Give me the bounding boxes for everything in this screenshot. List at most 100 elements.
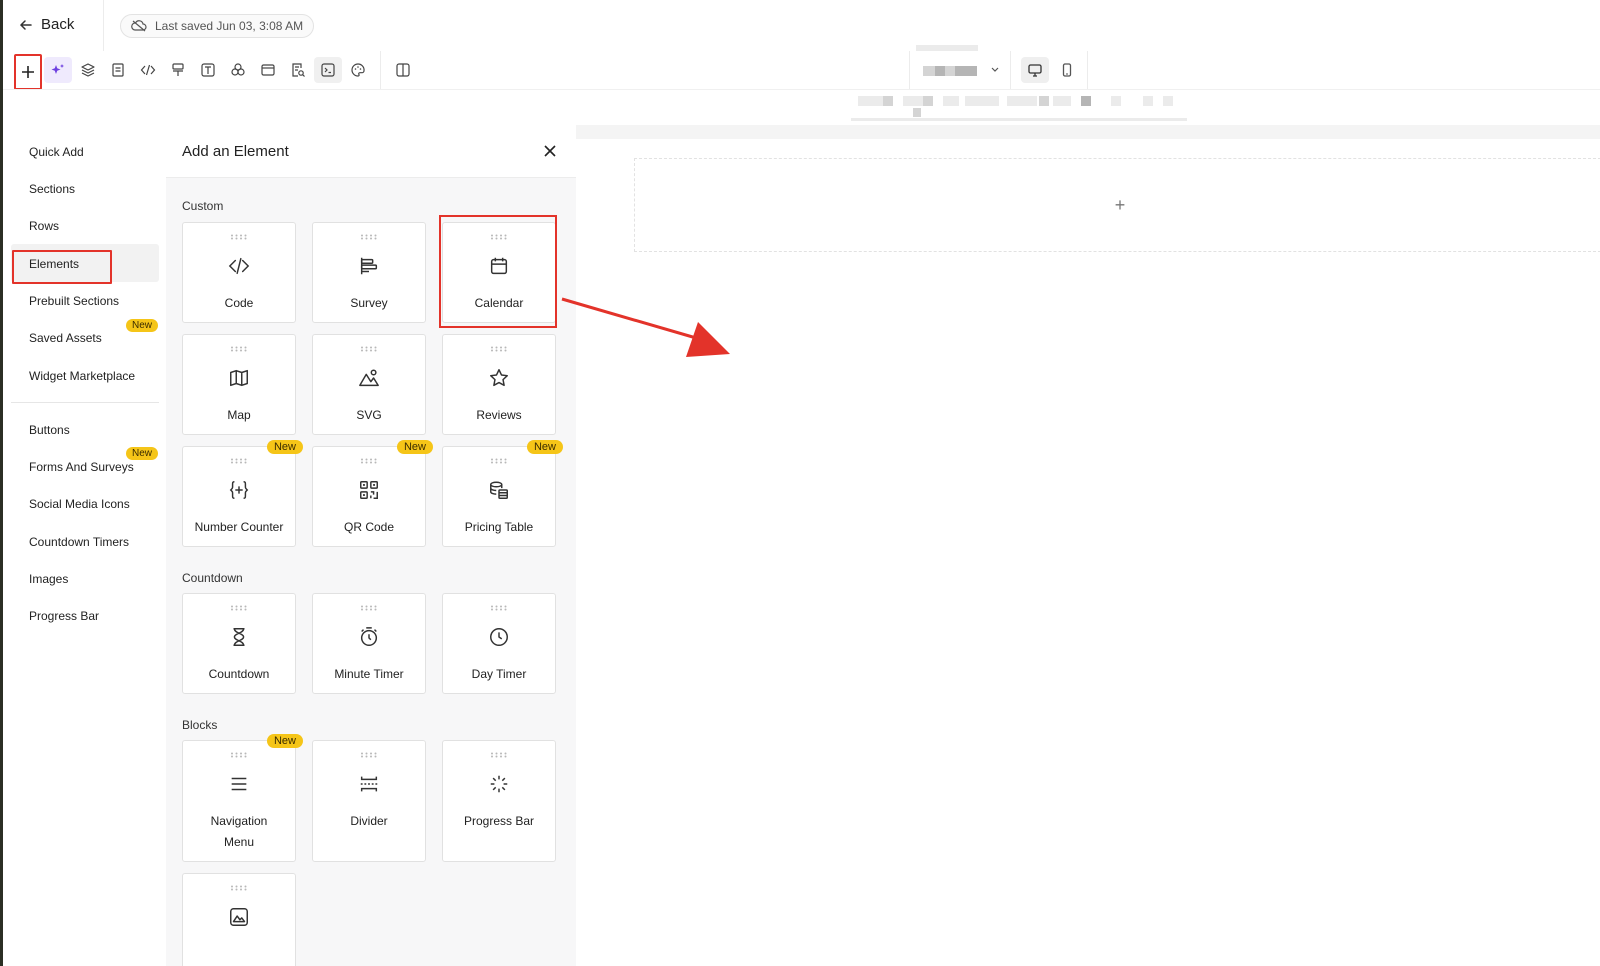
- section-drop-zone[interactable]: +: [634, 158, 1600, 252]
- new-badge: New: [126, 447, 159, 460]
- theme-button[interactable]: [344, 57, 372, 83]
- element-tile-code[interactable]: Code: [182, 222, 296, 323]
- text-button[interactable]: [194, 57, 222, 83]
- nav-item-countdown-timers[interactable]: Countdown Timers: [29, 535, 129, 549]
- code-icon: [227, 254, 251, 278]
- element-label: Divider: [350, 814, 388, 828]
- nav-item-saved-assets[interactable]: Saved Assets: [29, 331, 102, 345]
- drag-handle-icon: [361, 234, 377, 240]
- drag-handle-icon: [361, 458, 377, 464]
- redacted-block: [903, 96, 923, 106]
- close-icon: [544, 145, 556, 157]
- back-button[interactable]: Back: [19, 16, 74, 33]
- code-button[interactable]: [134, 57, 162, 83]
- element-tile-survey[interactable]: Survey: [312, 222, 426, 323]
- nav-item-widget-marketplace[interactable]: Widget Marketplace: [29, 369, 135, 383]
- element-tile-day-timer[interactable]: Day Timer: [442, 593, 556, 694]
- element-tile-countdown[interactable]: Countdown: [182, 593, 296, 694]
- element-label: Survey: [350, 296, 388, 310]
- mobile-view-button[interactable]: [1053, 57, 1081, 83]
- element-tile-navigation-menu[interactable]: Navigation Menu New: [182, 734, 303, 862]
- desktop-view-button[interactable]: [1021, 57, 1049, 83]
- back-label: Back: [41, 16, 75, 33]
- browser-button[interactable]: [254, 57, 282, 83]
- drag-handle-icon: [231, 752, 247, 758]
- nav-item-sections[interactable]: Sections: [29, 182, 75, 196]
- redacted-block: [883, 96, 893, 106]
- layers-icon: [81, 63, 95, 77]
- browser-icon: [261, 64, 275, 76]
- section-label-custom: Custom: [182, 199, 224, 213]
- last-saved-text: Last saved Jun 03, 3:08 AM: [155, 19, 304, 33]
- arrow-left-icon: [19, 19, 32, 30]
- elements-highlight-box: [12, 250, 112, 284]
- new-badge: New: [126, 319, 159, 332]
- last-saved-pill: Last saved Jun 03, 3:08 AM: [120, 14, 315, 38]
- terminal-icon: [321, 63, 335, 77]
- element-tile-map[interactable]: Map: [182, 334, 296, 435]
- new-badge: New: [526, 440, 563, 454]
- drag-handle-icon: [361, 752, 377, 758]
- pages-button[interactable]: [104, 57, 132, 83]
- nav-item-social-media-icons[interactable]: Social Media Icons: [29, 497, 130, 511]
- element-tile-minute-timer[interactable]: Minute Timer: [312, 593, 426, 694]
- element-label: SVG: [356, 408, 382, 422]
- redacted-block: [1081, 96, 1091, 106]
- divider-icon: [357, 772, 381, 796]
- redacted-block: [935, 66, 945, 76]
- close-button[interactable]: [540, 141, 560, 161]
- palette-icon: [351, 63, 365, 77]
- drag-handle-icon: [231, 234, 247, 240]
- page-canvas: +: [576, 125, 1600, 966]
- terminal-button[interactable]: [314, 57, 342, 83]
- nav-item-progress-bar[interactable]: Progress Bar: [29, 609, 99, 623]
- calendar-highlight-box: [439, 215, 557, 328]
- seo-button[interactable]: [284, 57, 312, 83]
- columns-button[interactable]: [389, 57, 417, 83]
- nav-item-prebuilt-sections[interactable]: Prebuilt Sections: [29, 294, 119, 308]
- nav-item-buttons[interactable]: Buttons: [29, 423, 70, 437]
- chevron-down-icon: [991, 67, 999, 72]
- redacted-block: [955, 66, 977, 76]
- styles-button[interactable]: [164, 57, 192, 83]
- panel-title: Add an Element: [182, 143, 289, 160]
- image-icon: [227, 905, 251, 929]
- redacted-underline: [851, 118, 1187, 121]
- qr-code-icon: [357, 478, 381, 502]
- redacted-block: [943, 96, 959, 106]
- mobile-icon: [1062, 63, 1072, 77]
- element-label: Navigation Menu: [210, 814, 268, 849]
- element-label: Reviews: [476, 408, 522, 422]
- page-selector-dropdown[interactable]: [909, 45, 1011, 89]
- drag-handle-icon: [231, 458, 247, 464]
- element-label: Day Timer: [471, 667, 527, 681]
- components-button[interactable]: [224, 57, 252, 83]
- layers-button[interactable]: [74, 57, 102, 83]
- element-tile-qr-code[interactable]: QR Code New: [312, 440, 433, 547]
- add-section-icon[interactable]: +: [1115, 195, 1126, 216]
- nav-item-forms-and-surveys[interactable]: Forms And Surveys: [29, 460, 134, 474]
- star-icon: [487, 366, 511, 390]
- element-tile-pricing-table[interactable]: Pricing Table New: [442, 440, 563, 547]
- element-tile-divider[interactable]: Divider: [312, 740, 426, 862]
- element-label: Code: [224, 296, 254, 310]
- element-tile-image[interactable]: [182, 873, 296, 966]
- ai-button[interactable]: [44, 57, 72, 83]
- nav-item-quick-add[interactable]: Quick Add: [29, 145, 84, 159]
- section-label-countdown: Countdown: [182, 571, 243, 585]
- add-element-button[interactable]: [14, 54, 42, 90]
- redacted-block: [913, 108, 921, 117]
- nav-item-images[interactable]: Images: [29, 572, 68, 586]
- element-tile-reviews[interactable]: Reviews: [442, 334, 556, 435]
- drag-handle-icon: [231, 605, 247, 611]
- nav-item-rows[interactable]: Rows: [29, 219, 59, 233]
- element-tile-svg[interactable]: SVG: [312, 334, 426, 435]
- paint-icon: [172, 63, 184, 76]
- element-tile-number-counter[interactable]: Number Counter New: [182, 440, 303, 547]
- element-label: Minute Timer: [334, 667, 404, 681]
- add-element-panel: Add an Element Custom Code Survey Calend…: [166, 125, 577, 966]
- element-tile-progress-bar[interactable]: Progress Bar: [442, 740, 556, 862]
- left-nav: Quick Add Sections Rows Elements Prebuil…: [3, 125, 166, 966]
- drag-handle-icon: [491, 752, 507, 758]
- plus-icon: [22, 66, 34, 78]
